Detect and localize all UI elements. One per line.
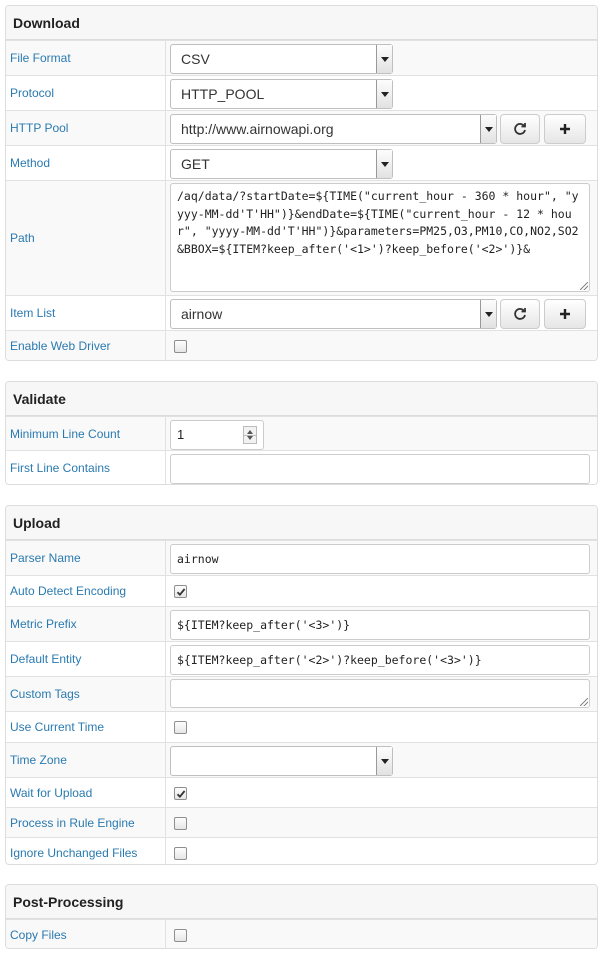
time-zone-label: Time Zone bbox=[6, 743, 166, 777]
protocol-select[interactable]: HTTP_POOL bbox=[170, 79, 393, 109]
min-line-count-row: Minimum Line Count 1 bbox=[6, 416, 597, 450]
refresh-icon bbox=[514, 123, 526, 135]
first-line-contains-input[interactable] bbox=[170, 454, 590, 484]
download-title: Download bbox=[6, 6, 597, 40]
http-pool-value: http://www.airnowapi.org bbox=[181, 121, 334, 137]
use-current-time-label: Use Current Time bbox=[6, 712, 166, 742]
wait-for-upload-row: Wait for Upload bbox=[6, 777, 597, 807]
add-http-pool-button[interactable] bbox=[544, 114, 586, 144]
method-select[interactable]: GET bbox=[170, 149, 393, 179]
auto-detect-encoding-checkbox[interactable] bbox=[174, 585, 187, 598]
custom-tags-label: Custom Tags bbox=[6, 677, 166, 711]
time-zone-row: Time Zone bbox=[6, 742, 597, 777]
chevron-down-icon bbox=[376, 80, 392, 108]
chevron-down-icon bbox=[376, 747, 392, 775]
upload-panel: Upload Parser Name airnow Auto Detect En… bbox=[5, 505, 598, 865]
download-panel: Download File Format CSV Protocol HTTP_P… bbox=[5, 5, 598, 361]
chevron-down-icon bbox=[376, 45, 392, 73]
default-entity-label: Default Entity bbox=[6, 642, 166, 676]
chevron-down-icon bbox=[480, 115, 496, 143]
parser-name-label: Parser Name bbox=[6, 541, 166, 575]
method-value: GET bbox=[181, 156, 210, 172]
enable-web-driver-row: Enable Web Driver bbox=[6, 330, 597, 360]
http-pool-select[interactable]: http://www.airnowapi.org bbox=[170, 114, 497, 144]
process-in-rule-engine-row: Process in Rule Engine bbox=[6, 807, 597, 837]
default-entity-input[interactable]: ${ITEM?keep_after('<2>')?keep_before('<3… bbox=[170, 645, 590, 675]
chevron-down-icon bbox=[480, 300, 496, 328]
use-current-time-checkbox[interactable] bbox=[174, 721, 187, 734]
plus-icon bbox=[560, 124, 570, 134]
validate-panel: Validate Minimum Line Count 1 First Line… bbox=[5, 381, 598, 485]
refresh-item-list-button[interactable] bbox=[500, 299, 540, 329]
enable-web-driver-label: Enable Web Driver bbox=[6, 331, 166, 360]
path-textarea[interactable]: /aq/data/?startDate=${TIME("current_hour… bbox=[170, 183, 590, 292]
item-list-select[interactable]: airnow bbox=[170, 299, 497, 329]
check-icon bbox=[176, 588, 186, 597]
post-processing-panel: Post-Processing Copy Files bbox=[5, 884, 598, 949]
path-row: Path /aq/data/?startDate=${TIME("current… bbox=[6, 180, 597, 295]
custom-tags-textarea[interactable] bbox=[170, 679, 590, 708]
protocol-row: Protocol HTTP_POOL bbox=[6, 75, 597, 110]
copy-files-row: Copy Files bbox=[6, 919, 597, 948]
wait-for-upload-checkbox[interactable] bbox=[174, 786, 187, 800]
refresh-icon bbox=[514, 308, 526, 320]
method-row: Method GET bbox=[6, 145, 597, 180]
chevron-down-icon bbox=[376, 150, 392, 178]
protocol-label: Protocol bbox=[6, 76, 166, 110]
add-item-list-button[interactable] bbox=[544, 299, 586, 329]
min-line-count-label: Minimum Line Count bbox=[6, 417, 166, 450]
auto-detect-encoding-row: Auto Detect Encoding bbox=[6, 575, 597, 606]
metric-prefix-label: Metric Prefix bbox=[6, 607, 166, 641]
default-entity-row: Default Entity ${ITEM?keep_after('<2>')?… bbox=[6, 641, 597, 676]
copy-files-checkbox[interactable] bbox=[174, 928, 187, 942]
validate-title: Validate bbox=[6, 382, 597, 416]
first-line-contains-label: First Line Contains bbox=[6, 451, 166, 484]
metric-prefix-row: Metric Prefix ${ITEM?keep_after('<3>')} bbox=[6, 606, 597, 641]
http-pool-row: HTTP Pool http://www.airnowapi.org bbox=[6, 110, 597, 145]
time-zone-select[interactable] bbox=[170, 746, 393, 776]
file-format-label: File Format bbox=[6, 41, 166, 75]
ignore-unchanged-files-checkbox[interactable] bbox=[174, 846, 187, 860]
copy-files-label: Copy Files bbox=[6, 920, 166, 948]
parser-name-row: Parser Name airnow bbox=[6, 540, 597, 575]
parser-name-input[interactable]: airnow bbox=[170, 544, 590, 574]
protocol-value: HTTP_POOL bbox=[181, 86, 265, 102]
resize-handle-icon[interactable] bbox=[580, 698, 588, 706]
upload-title: Upload bbox=[6, 506, 597, 540]
refresh-http-pool-button[interactable] bbox=[500, 114, 540, 144]
enable-web-driver-checkbox[interactable] bbox=[174, 340, 187, 353]
auto-detect-encoding-label: Auto Detect Encoding bbox=[6, 576, 166, 606]
ignore-unchanged-files-label: Ignore Unchanged Files bbox=[6, 838, 166, 864]
item-list-value: airnow bbox=[181, 306, 223, 322]
ignore-unchanged-files-row: Ignore Unchanged Files bbox=[6, 837, 597, 864]
item-list-row: Item List airnow bbox=[6, 295, 597, 330]
process-in-rule-engine-label: Process in Rule Engine bbox=[6, 808, 166, 837]
post-processing-title: Post-Processing bbox=[6, 885, 597, 919]
file-format-value: CSV bbox=[181, 51, 210, 67]
http-pool-label: HTTP Pool bbox=[6, 111, 166, 145]
check-icon bbox=[176, 789, 186, 798]
wait-for-upload-label: Wait for Upload bbox=[6, 778, 166, 807]
resize-handle-icon[interactable] bbox=[580, 282, 588, 290]
use-current-time-row: Use Current Time bbox=[6, 711, 597, 742]
path-label: Path bbox=[6, 181, 166, 295]
method-label: Method bbox=[6, 146, 166, 180]
process-in-rule-engine-checkbox[interactable] bbox=[174, 816, 187, 830]
spinner-icon[interactable] bbox=[243, 426, 257, 444]
custom-tags-row: Custom Tags bbox=[6, 676, 597, 711]
file-format-row: File Format CSV bbox=[6, 40, 597, 75]
metric-prefix-input[interactable]: ${ITEM?keep_after('<3>')} bbox=[170, 610, 590, 640]
min-line-count-value: 1 bbox=[177, 427, 185, 442]
plus-icon bbox=[560, 309, 570, 319]
file-format-select[interactable]: CSV bbox=[170, 44, 393, 74]
min-line-count-input[interactable]: 1 bbox=[170, 420, 264, 450]
first-line-contains-row: First Line Contains bbox=[6, 450, 597, 484]
item-list-label: Item List bbox=[6, 296, 166, 330]
